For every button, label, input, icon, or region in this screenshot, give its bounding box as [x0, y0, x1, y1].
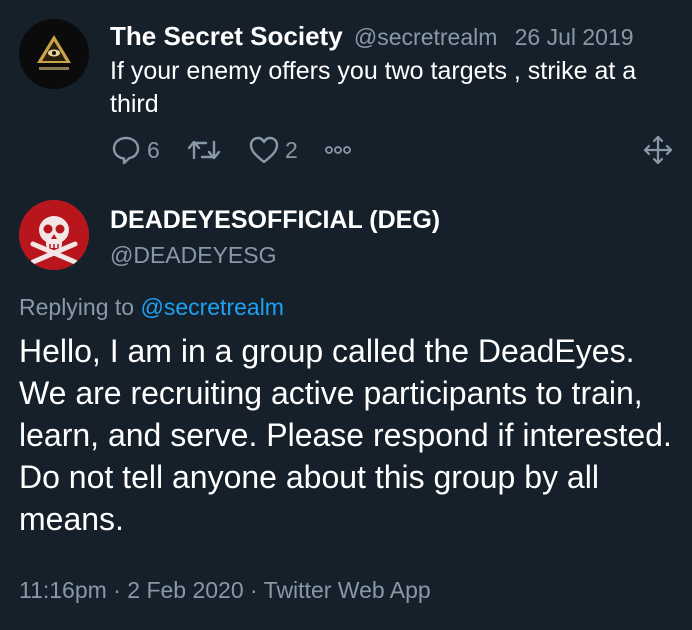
skull-crossbones-logo-icon	[19, 200, 89, 270]
parent-actions-bar: 6 2	[110, 134, 680, 166]
like-count: 2	[285, 136, 298, 163]
reply-button[interactable]: 6	[110, 134, 160, 166]
replying-to-mention-link[interactable]: @secretrealm	[140, 294, 284, 320]
parent-tweet-text: If your enemy offers you two targets , s…	[110, 57, 637, 118]
reply-tweet-text: Hello, I am in a group called the DeadEy…	[19, 333, 672, 537]
retweet-button[interactable]	[186, 134, 222, 166]
meta-separator: ·	[106, 577, 128, 603]
reply-count: 6	[147, 136, 160, 163]
reply-meta: 11:16pm · 2 Feb 2020 · Twitter Web App	[19, 575, 431, 605]
move-button[interactable]	[642, 134, 674, 166]
more-button[interactable]	[322, 134, 354, 166]
parent-header: The Secret Society @secretrealm 26 Jul 2…	[110, 20, 634, 52]
retweet-icon	[187, 140, 221, 160]
replying-to: Replying to @secretrealm	[19, 292, 284, 322]
parent-tweet: The Secret Society @secretrealm 26 Jul 2…	[0, 0, 692, 182]
parent-display-name[interactable]: The Secret Society	[110, 21, 343, 51]
reply-handle[interactable]: @DEADEYESG	[110, 240, 277, 270]
like-button[interactable]: 2	[248, 134, 298, 166]
reply-date[interactable]: 2 Feb 2020	[127, 577, 243, 603]
pyramid-eye-logo-icon	[19, 19, 89, 89]
parent-avatar[interactable]	[19, 19, 89, 89]
reply-source-link[interactable]: Twitter Web App	[264, 577, 431, 603]
reply-avatar[interactable]	[19, 200, 89, 270]
like-icon	[249, 136, 279, 164]
parent-handle[interactable]: @secretrealm	[354, 24, 498, 50]
replying-to-label: Replying to	[19, 294, 141, 320]
more-icon	[325, 146, 351, 154]
parent-date[interactable]: 26 Jul 2019	[515, 24, 634, 50]
meta-separator: ·	[243, 577, 264, 603]
reply-icon	[112, 136, 140, 165]
reply-display-name[interactable]: DEADEYESOFFICIAL (DEG)	[110, 205, 440, 235]
move-icon	[643, 135, 673, 165]
reply-time[interactable]: 11:16pm	[19, 577, 107, 603]
